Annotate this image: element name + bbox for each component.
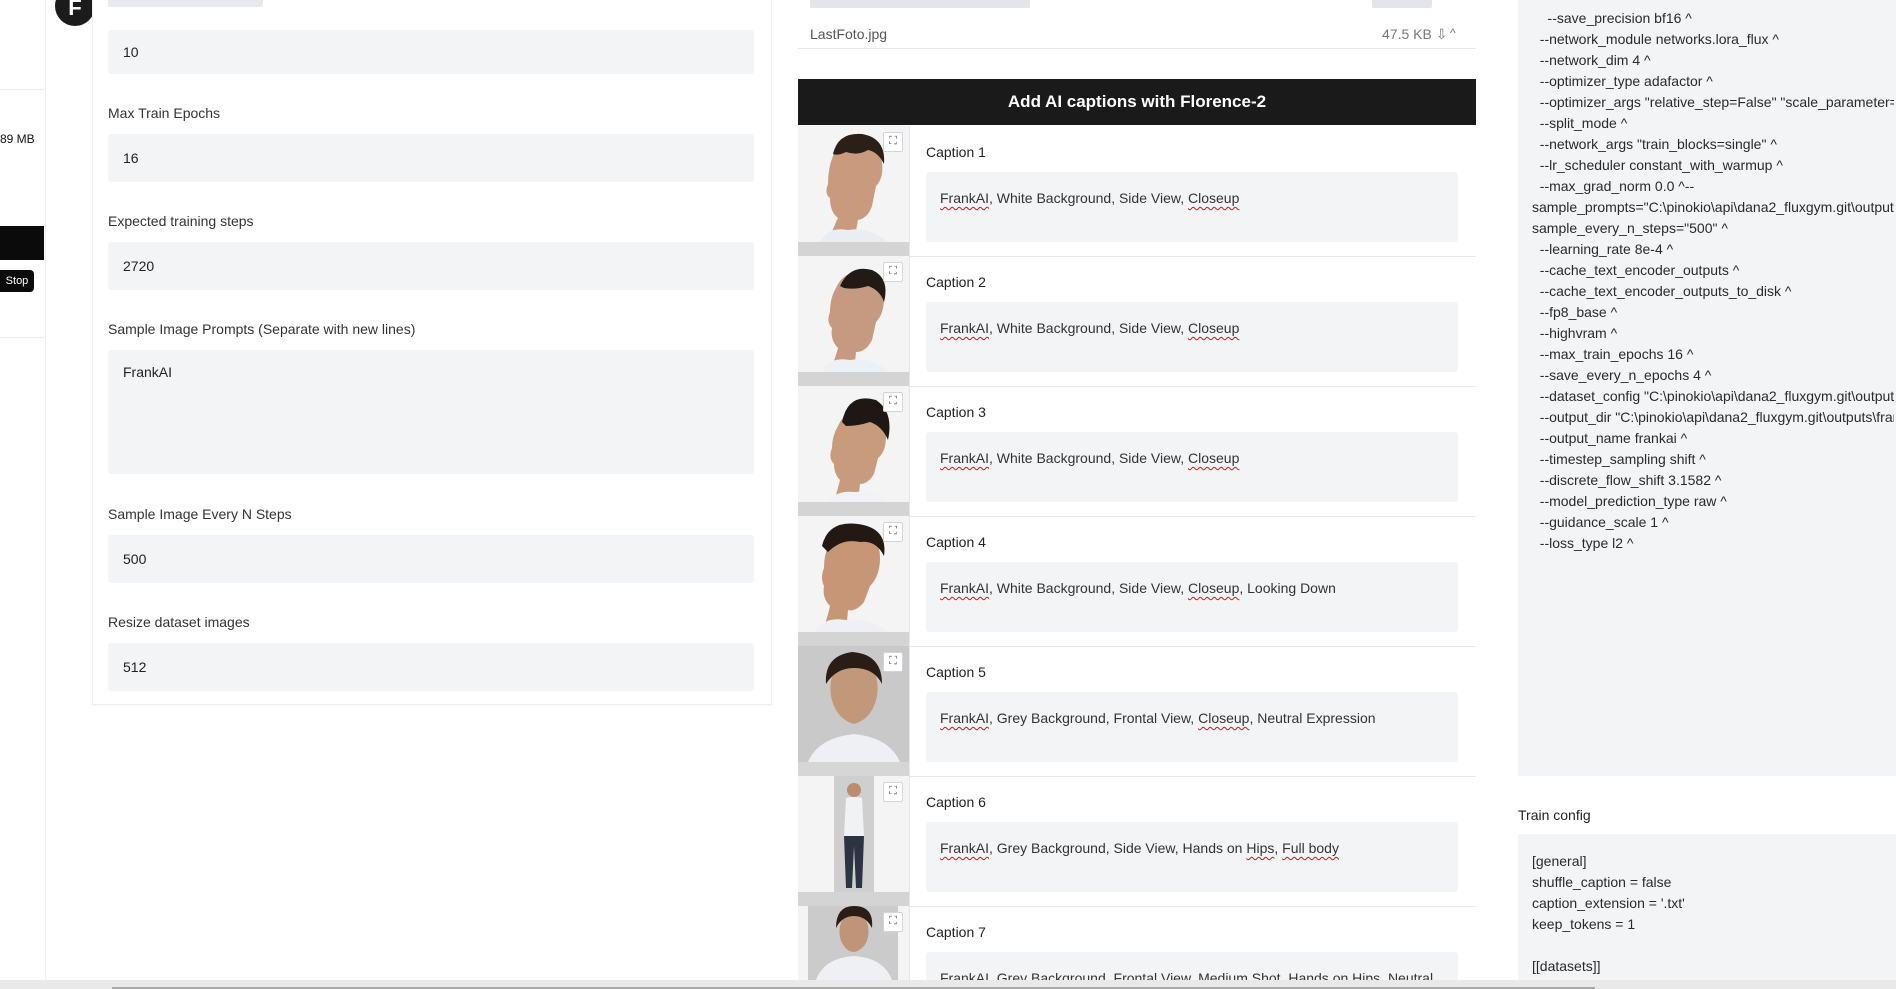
caption-text: , White Background, Side View, <box>989 190 1188 206</box>
caption-row: ⛶ Caption 1 FrankAI, White Background, S… <box>798 126 1476 257</box>
caption-text: FrankAI <box>940 840 990 856</box>
caption-text: Closeup <box>1187 450 1240 466</box>
caption-thumbnail[interactable]: ⛶ <box>798 256 910 386</box>
caption-text: , <box>1274 840 1283 856</box>
caption-text: , White Background, Side View, <box>989 580 1188 596</box>
expand-icon[interactable]: ⛶ <box>883 132 903 152</box>
caption-text: , Grey Background, Side View, Hands on <box>989 840 1247 856</box>
caption-text: , Grey Background, Frontal View, <box>989 710 1199 726</box>
caption-input[interactable]: FrankAI, White Background, Side View, Cl… <box>926 432 1458 502</box>
caption-input[interactable]: FrankAI, White Background, Side View, Cl… <box>926 562 1458 632</box>
caption-label: Caption 7 <box>926 924 986 940</box>
caption-input[interactable]: FrankAI, White Background, Side View, Cl… <box>926 302 1458 372</box>
top-value-input[interactable]: 10 <box>108 30 754 74</box>
resize-input[interactable]: 512 <box>108 643 754 691</box>
divider <box>0 337 44 338</box>
sample-prompts-textarea[interactable]: FrankAI <box>108 350 754 474</box>
expand-icon[interactable]: ⛶ <box>883 782 903 802</box>
caption-thumbnail[interactable]: ⛶ <box>798 776 910 906</box>
caption-text: FrankAI <box>940 970 990 980</box>
expand-icon[interactable]: ⛶ <box>883 652 903 672</box>
caption-input[interactable]: FrankAI, Grey Background, Frontal View, … <box>926 952 1458 980</box>
caption-thumbnail[interactable]: ⛶ <box>798 646 910 776</box>
caption-text: Closeup <box>1198 710 1250 726</box>
caption-row: ⛶ Caption 7 FrankAI, Grey Background, Fr… <box>798 906 1476 980</box>
caption-label: Caption 2 <box>926 274 986 290</box>
caption-row: ⛶ Caption 5 FrankAI, Grey Background, Fr… <box>798 646 1476 777</box>
caption-thumbnail[interactable]: ⛶ <box>798 126 910 256</box>
left-panel: 89 MB Stop <box>0 0 46 980</box>
thumbnail-band <box>798 632 909 646</box>
caption-thumbnail[interactable]: ⛶ <box>798 386 910 516</box>
train-script-text[interactable]: --save_precision bf16 ^ --network_module… <box>1532 8 1894 554</box>
thumbnail-band <box>798 372 909 386</box>
thumbnail-band <box>798 242 909 256</box>
expected-steps-input[interactable]: 2720 <box>108 242 754 290</box>
caption-text: , White Background, Side View, <box>989 320 1188 336</box>
expand-icon[interactable]: ⛶ <box>883 522 903 542</box>
truncated-file-name <box>810 0 1030 8</box>
caption-text: Closeup <box>1187 320 1240 336</box>
caption-text: Closeup <box>1187 190 1240 206</box>
app-logo: F <box>55 0 95 26</box>
expected-steps-label: Expected training steps <box>108 213 254 229</box>
stop-button[interactable]: Stop <box>0 270 34 292</box>
sample-every-input[interactable]: 500 <box>108 535 754 583</box>
train-config-text[interactable]: [general] shuffle_caption = false captio… <box>1532 851 1685 977</box>
caption-text: Full body <box>1282 840 1339 856</box>
resize-label: Resize dataset images <box>108 614 250 630</box>
train-config-label: Train config <box>1518 807 1591 823</box>
caption-input[interactable]: FrankAI, Grey Background, Frontal View, … <box>926 692 1458 762</box>
sample-every-label: Sample Image Every N Steps <box>108 506 292 522</box>
caption-text: FrankAI <box>940 450 990 466</box>
caption-text: FrankAI <box>940 710 990 726</box>
expand-icon[interactable]: ⛶ <box>883 912 903 932</box>
caption-row: ⛶ Caption 3 FrankAI, White Background, S… <box>798 386 1476 517</box>
thumbnail-band <box>798 892 909 906</box>
caption-text: Hips <box>1246 840 1275 856</box>
caption-row: ⛶ Caption 2 FrankAI, White Background, S… <box>798 256 1476 387</box>
divider <box>0 89 44 90</box>
caption-label: Caption 1 <box>926 144 986 160</box>
caption-label: Caption 3 <box>926 404 986 420</box>
caption-text: Closeup <box>1187 580 1240 596</box>
caption-text: , White Background, Side View, <box>989 450 1188 466</box>
truncated-label <box>108 0 263 7</box>
caption-thumbnail[interactable]: ⛶ <box>798 906 910 980</box>
uploaded-file-row: LastFoto.jpg 47.5 KB ⇩ ^ <box>798 0 1476 49</box>
max-epochs-label: Max Train Epochs <box>108 105 221 121</box>
caption-label: Caption 4 <box>926 534 986 550</box>
caption-text: FrankAI <box>940 580 990 596</box>
expand-icon[interactable]: ⛶ <box>883 392 903 412</box>
caption-row: ⛶ Caption 4 FrankAI, White Background, S… <box>798 516 1476 647</box>
horizontal-scrollbar[interactable] <box>0 980 1896 989</box>
caret-up-icon[interactable]: ^ <box>1450 26 1456 40</box>
caption-text: FrankAI <box>940 320 990 336</box>
caption-input[interactable]: FrankAI, Grey Background, Side View, Han… <box>926 822 1458 892</box>
caption-label: Caption 6 <box>926 794 986 810</box>
caption-input[interactable]: FrankAI, White Background, Side View, Cl… <box>926 172 1458 242</box>
max-epochs-input[interactable]: 16 <box>108 134 754 182</box>
caption-text: , Neutral Expression <box>1249 710 1376 726</box>
file-size[interactable]: 47.5 KB ⇩ <box>1382 26 1447 43</box>
caption-text: FrankAI <box>940 190 990 206</box>
caption-row: ⛶ Caption 6 FrankAI, Grey Background, Si… <box>798 776 1476 907</box>
caption-text: , Looking Down <box>1239 580 1336 596</box>
file-name[interactable]: LastFoto.jpg <box>810 26 887 42</box>
expand-icon[interactable]: ⛶ <box>883 262 903 282</box>
truncated-file-size <box>1372 0 1432 8</box>
caption-text: , Grey Background, Frontal View, Medium … <box>989 970 1434 980</box>
sample-prompts-label: Sample Image Prompts (Separate with new … <box>108 321 416 337</box>
caption-label: Caption 5 <box>926 664 986 680</box>
add-ai-captions-button[interactable]: Add AI captions with Florence-2 <box>798 79 1476 125</box>
storage-size-text: 89 MB <box>0 132 35 146</box>
caption-thumbnail[interactable]: ⛶ <box>798 516 910 646</box>
dark-button[interactable] <box>0 226 44 260</box>
thumbnail-band <box>798 502 909 516</box>
